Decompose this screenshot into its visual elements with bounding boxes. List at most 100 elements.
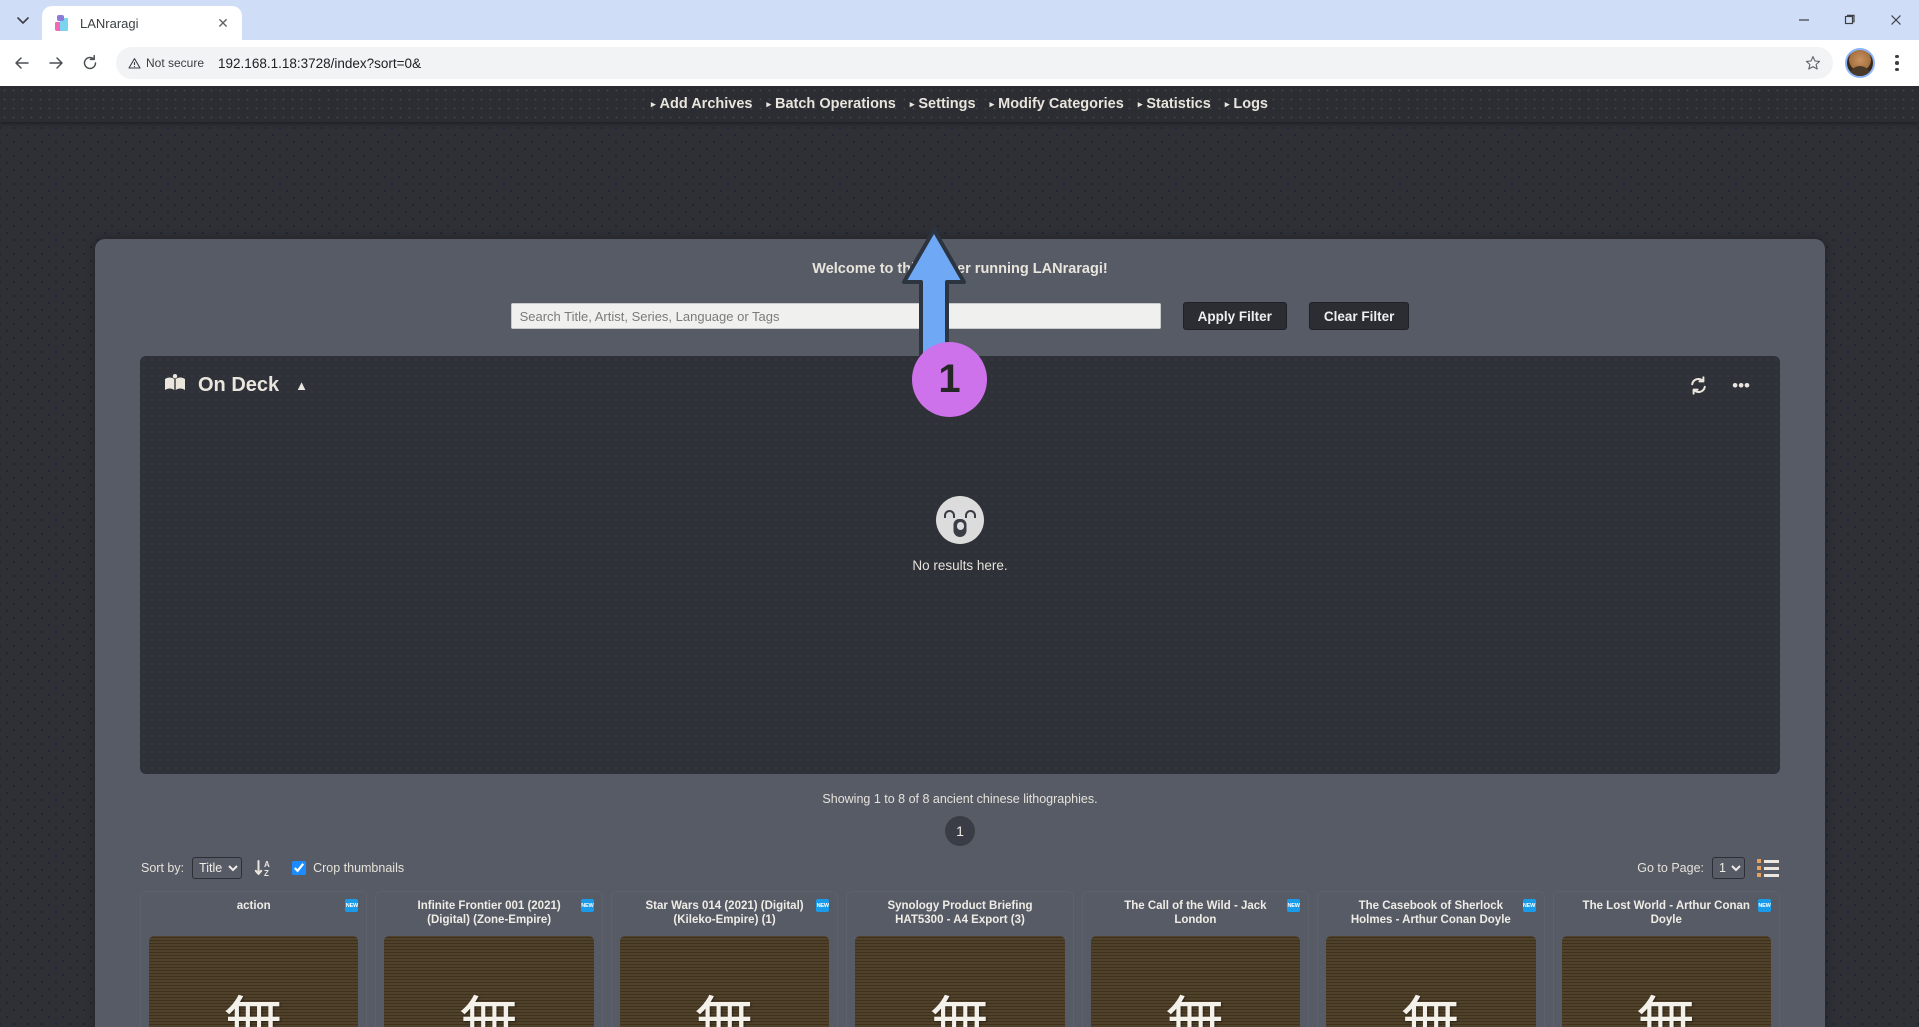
no-results-text: No results here. (912, 558, 1008, 573)
new-badge: NEW (580, 899, 594, 912)
browser-tab[interactable]: LANraragi ✕ (42, 6, 242, 40)
archive-thumbnail[interactable]: 無 no thumbnail. (1561, 936, 1771, 1027)
go-to-page-select[interactable]: 1 (1712, 857, 1745, 879)
annotation-step-badge: 1 (912, 342, 987, 417)
archive-thumbnail[interactable]: 無 no thumbnail. (619, 936, 830, 1027)
archive-title[interactable]: The Casebook of Sherlock Holmes - Arthur… (1342, 899, 1519, 928)
security-indicator[interactable]: Not secure (120, 52, 212, 74)
results-summary: Showing 1 to 8 of 8 ancient chinese lith… (822, 792, 1098, 806)
address-bar[interactable]: Not secure 192.168.1.18:3728/index?sort=… (116, 47, 1833, 79)
archive-card-header: Star Wars 014 (2021) (Digital) (Kileko-E… (620, 899, 830, 929)
back-button[interactable] (6, 47, 38, 79)
url-text[interactable]: 192.168.1.18:3728/index?sort=0& (218, 56, 1793, 71)
new-badge: NEW (1757, 899, 1771, 912)
no-thumbnail-kanji-icon: 無 (1399, 988, 1462, 1027)
sort-by-select[interactable]: Title (192, 857, 243, 879)
nav-label: Add Archives (659, 96, 753, 112)
crop-thumbnails-label: Crop thumbnails (313, 861, 405, 875)
caret-icon: ▸ (651, 98, 656, 109)
browser-tab-strip: LANraragi ✕ (0, 0, 1919, 40)
security-label: Not secure (146, 56, 205, 70)
new-badge: NEW (1287, 899, 1301, 912)
archive-card[interactable]: Infinite Frontier 001 (2021) (Digital) (… (376, 892, 602, 1027)
star-icon[interactable] (1799, 49, 1827, 77)
minimize-window-button[interactable] (1781, 0, 1827, 40)
more-options-icon[interactable]: ••• (1726, 376, 1756, 396)
nav-label: Batch Operations (775, 96, 896, 112)
list-view-icon[interactable] (1757, 859, 1779, 877)
archive-card-header: The Lost World - Arthur Conan Doyle NEW (1562, 899, 1771, 929)
on-deck-section: On Deck ▲ ••• No results here. (140, 356, 1780, 774)
nav-label: Logs (1233, 96, 1268, 112)
lanraragi-page: ▸ Add Archives ▸ Batch Operations ▸ Setting… (0, 86, 1919, 1027)
no-thumbnail-kanji-icon: 無 (693, 988, 756, 1027)
sort-alpha-down-icon[interactable]: A Z (254, 859, 274, 878)
search-input[interactable] (510, 303, 1161, 329)
archive-title[interactable]: action (165, 899, 342, 913)
close-tab-icon[interactable]: ✕ (214, 14, 232, 32)
clear-filter-button[interactable]: Clear Filter (1308, 302, 1410, 330)
on-deck-empty-state: No results here. (140, 496, 1780, 573)
archive-title[interactable]: Synology Product Briefing HAT5300 - A4 E… (871, 899, 1048, 928)
archive-thumbnail[interactable]: 無 no thumbnail. (855, 936, 1065, 1027)
archive-title[interactable]: Infinite Frontier 001 (2021) (Digital) (… (400, 899, 577, 928)
archive-card-header: The Casebook of Sherlock Holmes - Arthur… (1326, 899, 1536, 929)
tab-search-button[interactable] (6, 5, 40, 35)
nav-item-settings[interactable]: ▸ Settings (903, 96, 983, 112)
archive-card[interactable]: The Lost World - Arthur Conan Doyle NEW … (1553, 892, 1779, 1027)
nav-item-add-archives[interactable]: ▸ Add Archives (644, 96, 759, 112)
nav-item-logs[interactable]: ▸ Logs (1218, 96, 1275, 112)
nav-item-modify-categories[interactable]: ▸ Modify Categories (983, 96, 1131, 112)
pagination: 1 (95, 816, 1825, 846)
lanraragi-favicon (54, 14, 71, 32)
archive-card[interactable]: action NEW 無 no thumbnail. (141, 892, 367, 1027)
refresh-icon[interactable] (1683, 376, 1714, 395)
archive-card[interactable]: The Casebook of Sherlock Holmes - Arthur… (1318, 892, 1544, 1027)
collapse-icon[interactable]: ▲ (295, 378, 308, 393)
maximize-window-button[interactable] (1827, 0, 1873, 40)
window-controls (1781, 0, 1919, 40)
sort-by-label: Sort by: (141, 861, 185, 875)
archive-thumbnail[interactable]: 無 no thumbnail. (1090, 936, 1301, 1027)
archive-thumbnail[interactable]: 無 no thumbnail. (384, 936, 594, 1027)
no-thumbnail-kanji-icon: 無 (1164, 988, 1227, 1027)
go-to-page-label: Go to Page: (1637, 861, 1704, 875)
list-controls-bar: Sort by: Title A Z Crop thumbnails Go to… (95, 854, 1825, 882)
archive-title[interactable]: The Call of the Wild - Jack London (1107, 899, 1284, 928)
archive-card[interactable]: Star Wars 014 (2021) (Digital) (Kileko-E… (611, 892, 838, 1027)
archive-card[interactable]: Synology Product Briefing HAT5300 - A4 E… (847, 892, 1073, 1027)
new-badge: NEW (816, 899, 830, 912)
browser-menu-button[interactable] (1883, 47, 1911, 79)
new-badge: NEW (345, 899, 359, 912)
page-number-chip[interactable]: 1 (945, 816, 975, 846)
caret-icon: ▸ (766, 98, 771, 109)
top-navigation: ▸ Add Archives ▸ Batch Operations ▸ Setting… (0, 86, 1919, 122)
apply-filter-button[interactable]: Apply Filter (1182, 302, 1287, 330)
crop-thumbnails-input[interactable] (292, 861, 307, 875)
archive-card-header: action NEW (149, 899, 359, 929)
no-thumbnail-kanji-icon: 無 (1635, 988, 1698, 1027)
svg-text:Z: Z (264, 869, 269, 878)
nav-label: Modify Categories (998, 96, 1124, 112)
archive-card[interactable]: The Call of the Wild - Jack London NEW 無… (1082, 892, 1309, 1027)
archive-title[interactable]: Star Wars 014 (2021) (Digital) (Kileko-E… (636, 899, 813, 928)
caret-icon: ▸ (909, 98, 915, 109)
nav-item-statistics[interactable]: ▸ Statistics (1131, 96, 1218, 112)
no-thumbnail-kanji-icon: 無 (222, 988, 285, 1027)
crop-thumbnails-checkbox[interactable]: Crop thumbnails (292, 861, 404, 875)
close-window-button[interactable] (1873, 0, 1919, 40)
reload-button[interactable] (74, 47, 106, 79)
nav-item-batch-operations[interactable]: ▸ Batch Operations (759, 96, 902, 112)
profile-avatar[interactable] (1845, 48, 1875, 78)
archive-grid: action NEW 無 no thumbnail. Infinite Fron… (95, 882, 1825, 1027)
svg-text:A: A (264, 860, 270, 869)
archive-card-header: Synology Product Briefing HAT5300 - A4 E… (855, 899, 1064, 929)
archive-title[interactable]: The Lost World - Arthur Conan Doyle (1578, 899, 1755, 928)
archive-thumbnail[interactable]: 無 no thumbnail. (1326, 936, 1536, 1027)
caret-icon: ▸ (1224, 98, 1230, 109)
new-badge: NEW (1522, 899, 1536, 912)
archive-thumbnail[interactable]: 無 no thumbnail. (149, 936, 359, 1027)
nav-label: Settings (918, 96, 976, 112)
forward-button[interactable] (40, 47, 72, 79)
nav-label: Statistics (1146, 96, 1211, 112)
